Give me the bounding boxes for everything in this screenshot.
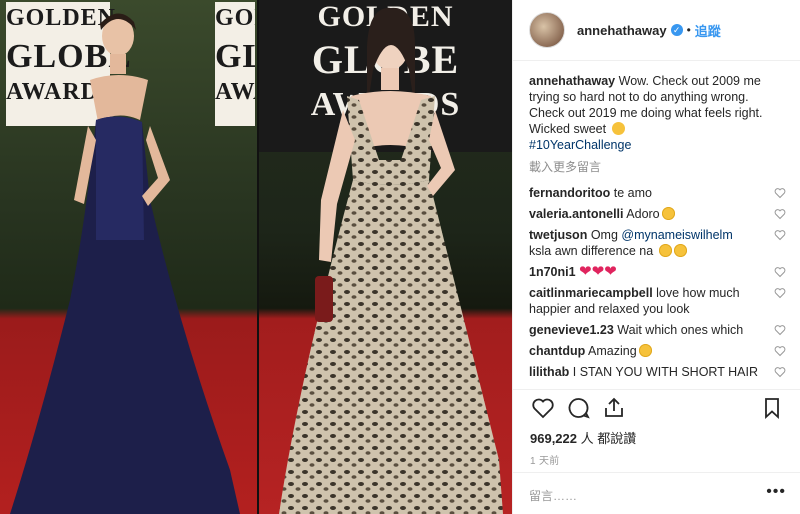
- like-comment-heart-icon[interactable]: [774, 208, 786, 220]
- add-comment-bar: 留言…… •••: [513, 472, 800, 514]
- action-bar: [513, 389, 800, 422]
- comment-item: 1n70ni1 ❤❤❤: [529, 264, 786, 280]
- comment-text: te amo: [613, 186, 652, 200]
- like-comment-heart-icon[interactable]: [774, 229, 786, 241]
- heart-icon[interactable]: [531, 396, 555, 420]
- like-count[interactable]: 969,222 人 都說讚: [530, 428, 636, 447]
- more-options-icon[interactable]: •••: [766, 483, 786, 501]
- photo-right-2019: GOLDEN GLOBE AWARDS: [259, 0, 512, 514]
- comment-username[interactable]: valeria.antonelli: [529, 207, 623, 221]
- comment-item: fernandoritoo te amo: [529, 185, 786, 201]
- like-count-number: 969,222: [530, 431, 577, 446]
- comment-item: chantdup Amazing: [529, 343, 786, 359]
- heart-eyes-emoji-icon: [661, 207, 675, 220]
- like-comment-heart-icon[interactable]: [774, 266, 786, 278]
- leopard-gown-figure: [279, 7, 503, 514]
- comment-username[interactable]: caitlinmariecampbell: [529, 286, 653, 300]
- comment-list[interactable]: annehathaway Wow. Check out 2009 me tryi…: [529, 73, 786, 385]
- photo-left-2009: GOLDEN GLOBE AWARDS GOLDEN GLOBE AWARDS: [0, 0, 257, 514]
- hashtag-link[interactable]: #10YearChallenge: [529, 138, 631, 152]
- verified-badge-icon: ✓: [670, 24, 683, 36]
- like-comment-heart-icon[interactable]: [774, 287, 786, 299]
- avatar[interactable]: [529, 12, 565, 48]
- comment-item: caitlinmariecampbell love how much happi…: [529, 285, 786, 317]
- post-timestamp[interactable]: 1 天前: [530, 452, 560, 467]
- follow-button[interactable]: 追蹤: [695, 21, 721, 40]
- comment-icon[interactable]: [567, 396, 591, 420]
- like-comment-heart-icon[interactable]: [774, 345, 786, 357]
- comment-username[interactable]: twetjuson: [529, 228, 587, 242]
- comment-text: Wait which ones which: [617, 323, 744, 337]
- add-comment-input[interactable]: 留言……: [529, 487, 577, 504]
- comment-text: I STAN YOU WITH SHORT HAIR: [572, 365, 758, 379]
- load-more-comments[interactable]: 載入更多留言: [529, 159, 786, 175]
- comment-text: Omg: [590, 228, 618, 242]
- separator-dot: •: [686, 23, 691, 37]
- like-comment-heart-icon[interactable]: [774, 187, 786, 199]
- comment-username[interactable]: genevieve1.23: [529, 323, 614, 337]
- post-photo[interactable]: GOLDEN GLOBE AWARDS GOLDEN GLOBE AWARDS: [0, 0, 512, 514]
- comment-text: Amazing: [588, 344, 637, 358]
- like-comment-heart-icon[interactable]: [774, 324, 786, 336]
- share-icon[interactable]: [602, 396, 626, 420]
- heart-eyes-emoji-icon: [638, 344, 652, 357]
- comment-username[interactable]: 1n70ni1: [529, 265, 576, 279]
- caption-line2: Wicked sweet: [529, 122, 607, 136]
- header-username[interactable]: annehathaway: [577, 23, 667, 38]
- navy-gown-figure: [10, 13, 240, 514]
- caption: annehathaway Wow. Check out 2009 me tryi…: [529, 73, 786, 153]
- red-heart-emoji-icon: ❤❤❤: [579, 263, 617, 280]
- comment-item: twetjuson Omg @mynameiswilhelm ksla awn …: [529, 227, 786, 259]
- instagram-post: GOLDEN GLOBE AWARDS GOLDEN GLOBE AWARDS: [0, 0, 800, 514]
- heart-eyes-emoji-icon: [658, 244, 672, 257]
- comment-text: Adoro: [626, 207, 660, 221]
- comment-text-continued: ksla awn difference na: [529, 244, 654, 258]
- smile-emoji-icon: [611, 122, 625, 135]
- like-comment-heart-icon[interactable]: [774, 366, 786, 378]
- comment-item: valeria.antonelli Adoro: [529, 206, 786, 222]
- comment-item: genevieve1.23 Wait which ones which: [529, 322, 786, 338]
- like-count-suffix: 人 都說讚: [580, 431, 637, 446]
- comment-mention-link[interactable]: @mynameiswilhelm: [621, 228, 732, 242]
- comment-item: lilithab I STAN YOU WITH SHORT HAIR: [529, 364, 786, 380]
- heart-eyes-emoji-icon: [673, 244, 687, 257]
- post-header: annehathaway ✓ • 追蹤: [513, 0, 800, 61]
- comment-username[interactable]: fernandoritoo: [529, 186, 610, 200]
- comment-username[interactable]: chantdup: [529, 344, 585, 358]
- caption-username[interactable]: annehathaway: [529, 74, 615, 88]
- comment-username[interactable]: lilithab: [529, 365, 569, 379]
- bookmark-icon[interactable]: [760, 396, 784, 420]
